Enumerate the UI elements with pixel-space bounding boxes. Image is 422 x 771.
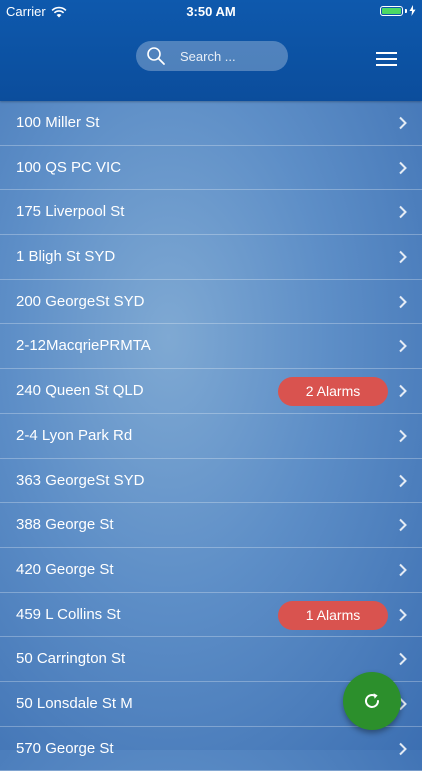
menu-line <box>376 52 397 54</box>
site-name: 100 QS PC VIC <box>16 158 122 176</box>
site-name: 240 Queen St QLD <box>16 382 144 400</box>
site-name: 100 Miller St <box>16 114 100 131</box>
chevron-right-icon <box>399 474 407 487</box>
refresh-icon <box>365 693 379 708</box>
site-row[interactable]: 100 Miller St <box>0 101 422 146</box>
charging-bolt-icon <box>409 5 416 16</box>
chevron-right-icon <box>399 206 407 219</box>
app-header: Carrier 3:50 AM <box>0 0 422 101</box>
menu-line <box>376 64 397 66</box>
site-name: 388 George St <box>16 516 114 534</box>
chevron-right-icon <box>399 653 407 666</box>
site-name: 363 GeorgeSt SYD <box>16 471 145 489</box>
site-name: 50 Lonsdale St M <box>16 694 133 712</box>
chevron-right-icon <box>399 116 407 130</box>
chevron-right-icon <box>399 429 407 443</box>
site-row[interactable]: 570 George St <box>0 727 422 771</box>
site-row[interactable]: 2-4 Lyon Park Rd <box>0 414 422 459</box>
status-bar: Carrier 3:50 AM <box>0 0 422 22</box>
search-input[interactable] <box>180 48 280 64</box>
site-row[interactable]: 363 GeorgeSt SYD <box>0 459 422 504</box>
search-bar[interactable] <box>136 41 288 71</box>
refresh-button[interactable] <box>343 672 401 730</box>
site-row[interactable]: 100 QS PC VIC <box>0 146 422 191</box>
chevron-right-icon <box>399 250 407 264</box>
site-row[interactable]: 175 Liverpool St <box>0 190 422 236</box>
site-name: 1 Bligh St SYD <box>16 248 116 266</box>
site-row[interactable]: 420 George St <box>0 548 422 593</box>
chevron-right-icon <box>399 161 407 174</box>
site-list: 100 Miller St 100 QS PC VIC 175 Liverpool … <box>0 101 422 771</box>
chevron-right-icon <box>399 295 407 308</box>
site-row[interactable]: 1 Bligh St SYD <box>0 235 422 280</box>
site-row[interactable]: 388 George St <box>0 503 422 548</box>
site-row[interactable]: 459 L Collins St 1 Alarms <box>0 593 422 638</box>
chevron-right-icon <box>399 384 407 398</box>
site-row[interactable]: 2-12MacqriePRMTA <box>0 324 422 370</box>
site-name: 200 GeorgeSt SYD <box>16 292 145 310</box>
status-time: 3:50 AM <box>186 4 236 19</box>
site-name: 175 Liverpool St <box>16 203 125 221</box>
site-row[interactable]: 240 Queen St QLD 2 Alarms <box>0 369 422 414</box>
hamburger-menu-icon[interactable] <box>372 48 400 70</box>
site-name: 2-4 Lyon Park Rd <box>16 426 133 444</box>
alarm-badge[interactable]: 1 Alarms <box>278 600 388 630</box>
chevron-right-icon <box>399 742 407 755</box>
chevron-right-icon <box>399 608 407 621</box>
battery-icon <box>380 5 416 16</box>
menu-line <box>376 58 397 60</box>
chevron-right-icon <box>399 518 407 532</box>
alarm-badge[interactable]: 2 Alarms <box>278 377 388 407</box>
chevron-right-icon <box>399 563 407 577</box>
site-name: 459 L Collins St <box>16 605 121 623</box>
site-name: 2-12MacqriePRMTA <box>16 337 151 355</box>
site-row[interactable]: 200 GeorgeSt SYD <box>0 280 422 325</box>
battery-body <box>380 5 403 16</box>
site-name: 420 George St <box>16 560 114 578</box>
battery-level <box>382 7 401 14</box>
battery-cap <box>405 8 407 13</box>
site-name: 50 Carrington St <box>16 650 126 668</box>
site-name: 570 George St <box>16 739 114 757</box>
chevron-right-icon <box>399 340 407 353</box>
search-icon <box>146 46 166 66</box>
